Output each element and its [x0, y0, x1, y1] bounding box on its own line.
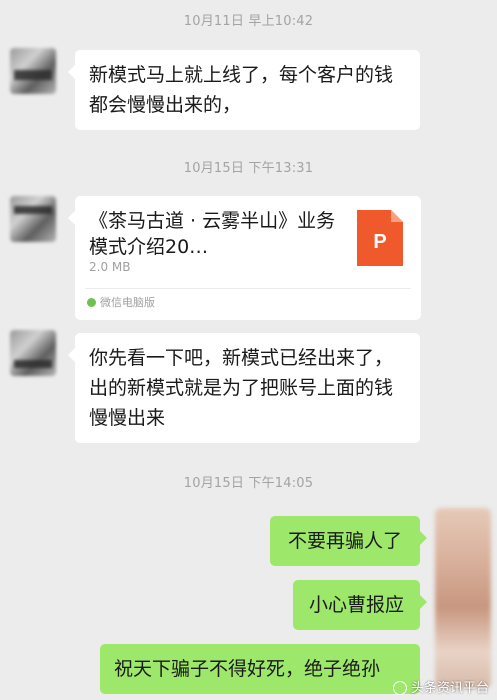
- timestamp: 10月15日 下午14:05: [183, 476, 314, 491]
- ppt-icon-letter: P: [373, 231, 386, 253]
- message-bubble-incoming[interactable]: 你先看一下吧，新模式已经出来了，出的新模式就是为了把账号上面的钱慢慢出来: [68, 333, 420, 443]
- watermark-text: 头条资讯平台: [410, 681, 489, 696]
- message-bubble-outgoing[interactable]: 小心曹报应: [293, 580, 427, 630]
- file-title: 《茶马古道 · 云雾半山》业务模式介绍20…: [89, 210, 336, 258]
- watermark: 头条资讯平台: [392, 677, 489, 696]
- message-bubble-outgoing[interactable]: 不要再骗人了: [270, 516, 427, 566]
- contact-avatar[interactable]: [10, 330, 56, 376]
- message-text: 祝天下骗子不得好死，绝子绝孙: [114, 658, 381, 680]
- message-bubble-incoming[interactable]: 新模式马上就上线了，每个客户的钱都会慢慢出来的，: [68, 50, 420, 130]
- divider: [85, 288, 411, 289]
- file-message-card[interactable]: 《茶马古道 · 云雾半山》业务模式介绍20… 2.0 MB P 微信电脑版: [68, 196, 421, 320]
- message-bubble-outgoing[interactable]: 祝天下骗子不得好死，绝子绝孙: [100, 644, 420, 694]
- contact-avatar[interactable]: [10, 196, 56, 242]
- self-avatar[interactable]: [435, 508, 491, 688]
- message-text: 你先看一下吧，新模式已经出来了，出的新模式就是为了把账号上面的钱慢慢出来: [89, 347, 394, 429]
- ppt-file-icon: P: [357, 210, 403, 266]
- contact-avatar[interactable]: [10, 48, 56, 94]
- timestamp: 10月11日 早上10:42: [183, 14, 314, 29]
- message-text: 新模式马上就上线了，每个客户的钱都会慢慢出来的，: [89, 64, 394, 116]
- message-text: 不要再骗人了: [287, 530, 402, 552]
- file-size: 2.0 MB: [89, 260, 131, 274]
- wechat-icon: [87, 298, 96, 307]
- message-text: 小心曹报应: [308, 594, 404, 616]
- file-source-label: 微信电脑版: [100, 296, 155, 309]
- file-source: 微信电脑版: [87, 294, 155, 310]
- timestamp: 10月15日 下午13:31: [183, 161, 314, 176]
- watermark-logo-icon: [392, 681, 407, 695]
